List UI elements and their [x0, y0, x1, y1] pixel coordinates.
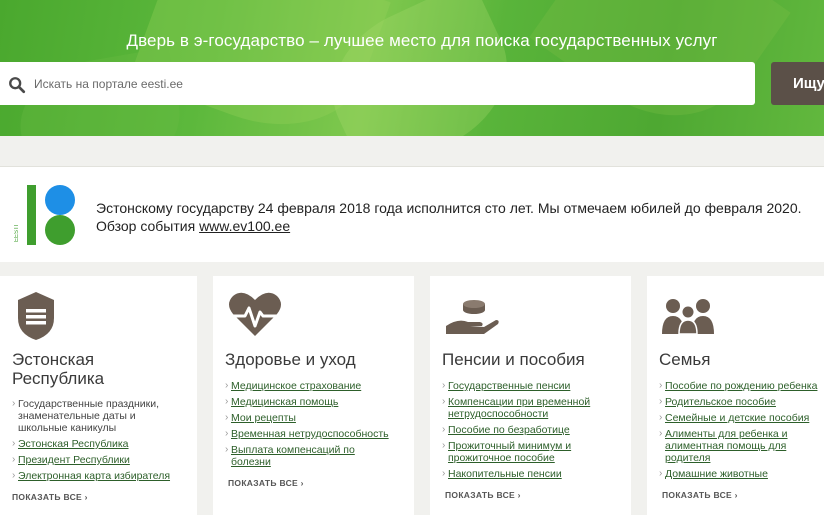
show-all-link[interactable]: ПОКАЗАТЬ ВСЕ ›	[662, 490, 738, 500]
list-item-link[interactable]: Домашние животные	[665, 468, 768, 480]
list-item[interactable]: Компенсации при временной нетрудоспособн…	[442, 396, 607, 420]
list-item-link[interactable]: Пособие по рождению ребенка	[665, 380, 817, 392]
list-item: Государственные праздники, знаменательны…	[12, 398, 182, 434]
card-link-list: Пособие по рождению ребенка Родительское…	[659, 380, 824, 484]
card-title: Пенсии и пособия	[442, 350, 585, 369]
ev100-link[interactable]: www.ev100.ee	[199, 218, 290, 234]
logo-text: EESTI	[14, 224, 20, 242]
card-link-list: Медицинское страхование Медицинская помо…	[225, 380, 400, 472]
list-item[interactable]: Эстонская Республика	[12, 438, 182, 450]
list-item-link[interactable]: Семейные и детские пособия	[665, 412, 809, 424]
list-item[interactable]: Государственные пенсии	[442, 380, 607, 392]
banner-line-2: Обзор события www.ev100.ee	[96, 217, 802, 235]
list-item[interactable]: Медицинское страхование	[225, 380, 400, 392]
list-item-text: Государственные праздники, знаменательны…	[18, 398, 160, 434]
ev100-logo[interactable]: EESTI	[14, 184, 76, 246]
list-item-link[interactable]: Алименты для ребенка и алиментная помощь…	[665, 428, 788, 464]
search-button[interactable]: Ищу	[771, 62, 824, 105]
shield-icon	[18, 292, 54, 340]
banner-text: Эстонскому государству 24 февраля 2018 г…	[96, 199, 802, 235]
hand-coins-icon	[446, 300, 499, 334]
card-estonian-republic: Эстонская Республика Государственные пра…	[0, 276, 197, 515]
show-all-link[interactable]: ПОКАЗАТЬ ВСЕ ›	[445, 490, 521, 500]
search-input[interactable]	[34, 62, 734, 105]
hero-banner: Дверь в э-государство – лучшее место для…	[0, 0, 824, 136]
list-item-link[interactable]: Пособие по безработице	[448, 424, 570, 436]
list-item[interactable]: Семейные и детские пособия	[659, 412, 824, 424]
list-item-link[interactable]: Накопительные пенсии	[448, 468, 562, 480]
list-item[interactable]: Медицинская помощь	[225, 396, 400, 408]
list-item[interactable]: Выплата компенсаций по болезни	[225, 444, 375, 468]
banner-line-2-prefix: Обзор события	[96, 218, 200, 234]
list-item[interactable]: Пособие по рождению ребенка	[659, 380, 824, 392]
list-item-link[interactable]: Президент Республики	[18, 454, 130, 466]
list-item-link[interactable]: Медицинское страхование	[231, 380, 361, 392]
card-link-list: Государственные пенсии Компенсации при в…	[442, 380, 607, 484]
list-item[interactable]: Электронная карта избирателя	[12, 470, 182, 482]
list-item[interactable]: Родительское пособие	[659, 396, 824, 408]
family-icon	[662, 299, 714, 335]
list-item-link[interactable]: Временная нетрудоспособность	[231, 428, 389, 440]
ev100-banner: EESTI Эстонскому государству 24 февраля …	[0, 166, 824, 262]
list-item-link[interactable]: Компенсации при временной нетрудоспособн…	[448, 396, 590, 420]
card-title: Эстонская Республика	[12, 350, 105, 388]
list-item-link[interactable]: Государственные пенсии	[448, 380, 570, 392]
list-item[interactable]: Алименты для ребенка и алиментная помощь…	[659, 428, 799, 464]
card-link-list: Государственные праздники, знаменательны…	[12, 398, 182, 486]
list-item-link[interactable]: Мои рецепты	[231, 412, 296, 424]
list-item-link[interactable]: Эстонская Республика	[18, 438, 129, 450]
list-item[interactable]: Домашние животные	[659, 468, 824, 480]
list-item[interactable]: Пособие по безработице	[442, 424, 607, 436]
list-item[interactable]: Временная нетрудоспособность	[225, 428, 400, 440]
hero-title: Дверь в э-государство – лучшее место для…	[126, 31, 718, 50]
list-item-link[interactable]: Выплата компенсаций по болезни	[231, 444, 355, 468]
card-family: Семья Пособие по рождению ребенка Родите…	[647, 276, 824, 515]
list-item[interactable]: Накопительные пенсии	[442, 468, 607, 480]
list-item[interactable]: Прожиточный минимум и прожиточное пособи…	[442, 440, 587, 464]
card-pensions: Пенсии и пособия Государственные пенсии …	[430, 276, 631, 515]
list-item-link[interactable]: Электронная карта избирателя	[18, 470, 170, 482]
list-item[interactable]: Президент Республики	[12, 454, 182, 466]
banner-line-1: Эстонскому государству 24 февраля 2018 г…	[96, 200, 802, 216]
search-icon	[9, 77, 26, 94]
card-title: Семья	[659, 350, 711, 369]
show-all-link[interactable]: ПОКАЗАТЬ ВСЕ ›	[228, 478, 304, 488]
list-item-link[interactable]: Прожиточный минимум и прожиточное пособи…	[448, 440, 571, 464]
card-health: Здоровье и уход Медицинское страхование …	[213, 276, 414, 515]
list-item[interactable]: Мои рецепты	[225, 412, 400, 424]
list-item-link[interactable]: Медицинская помощь	[231, 396, 338, 408]
search-box	[0, 62, 755, 105]
card-title: Здоровье и уход	[225, 350, 356, 369]
show-all-link[interactable]: ПОКАЗАТЬ ВСЕ ›	[12, 492, 88, 502]
heart-pulse-icon	[229, 292, 281, 336]
list-item-link[interactable]: Родительское пособие	[665, 396, 776, 408]
